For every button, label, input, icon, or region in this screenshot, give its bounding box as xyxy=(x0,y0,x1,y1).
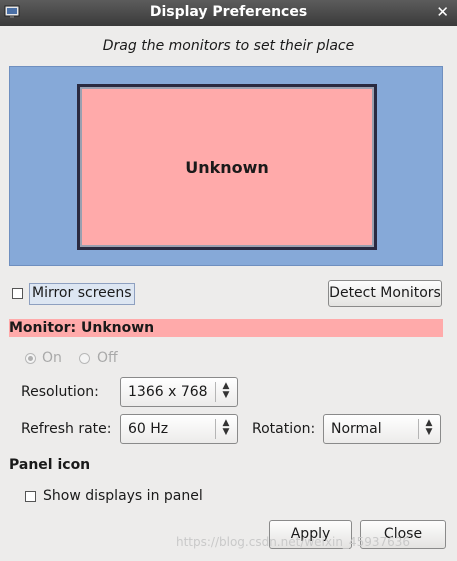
up-down-arrows-icon: ▲ ▼ xyxy=(222,381,230,400)
refresh-rate-label: Refresh rate: xyxy=(21,421,112,437)
resolution-value: 1366 x 768 xyxy=(128,384,208,400)
combo-separator xyxy=(418,419,419,439)
resolution-combo[interactable]: 1366 x 768 ▲ ▼ xyxy=(120,377,238,407)
window-title: Display Preferences xyxy=(149,4,308,20)
refresh-rate-value: 60 Hz xyxy=(128,421,169,437)
detect-monitors-button[interactable]: Detect Monitors xyxy=(328,280,442,307)
show-displays-label[interactable]: Show displays in panel xyxy=(43,488,203,504)
title-bar[interactable]: Display Preferences ✕ xyxy=(0,0,457,26)
refresh-rate-combo[interactable]: 60 Hz ▲ ▼ xyxy=(120,414,238,444)
monitor-tile-unknown[interactable]: Unknown xyxy=(77,84,377,250)
monitor-arrangement-area[interactable]: Unknown xyxy=(9,66,443,266)
power-off-label: Off xyxy=(97,350,118,366)
close-window-icon[interactable]: ✕ xyxy=(436,3,449,21)
power-off-radio[interactable] xyxy=(79,353,90,364)
rotation-combo[interactable]: Normal ▲ ▼ xyxy=(323,414,441,444)
mirror-screens-checkbox[interactable] xyxy=(12,288,23,299)
panel-icon-heading: Panel icon xyxy=(9,457,91,473)
monitor-header: Monitor: Unknown xyxy=(9,319,443,337)
instruction-text: Drag the monitors to set their place xyxy=(102,38,355,54)
combo-separator xyxy=(215,382,216,402)
monitor-tile-label: Unknown xyxy=(185,157,269,177)
show-displays-checkbox[interactable] xyxy=(25,491,36,502)
resolution-label: Resolution: xyxy=(21,384,99,400)
watermark-text: https://blog.csdn.net/weixin_45937636 xyxy=(176,535,411,549)
power-on-label: On xyxy=(42,350,62,366)
combo-separator xyxy=(215,419,216,439)
up-down-arrows-icon: ▲ ▼ xyxy=(425,418,433,437)
power-on-radio[interactable] xyxy=(25,353,36,364)
rotation-value: Normal xyxy=(331,421,382,437)
rotation-label: Rotation: xyxy=(252,421,316,437)
up-down-arrows-icon: ▲ ▼ xyxy=(222,418,230,437)
mirror-screens-label[interactable]: Mirror screens xyxy=(29,283,135,305)
